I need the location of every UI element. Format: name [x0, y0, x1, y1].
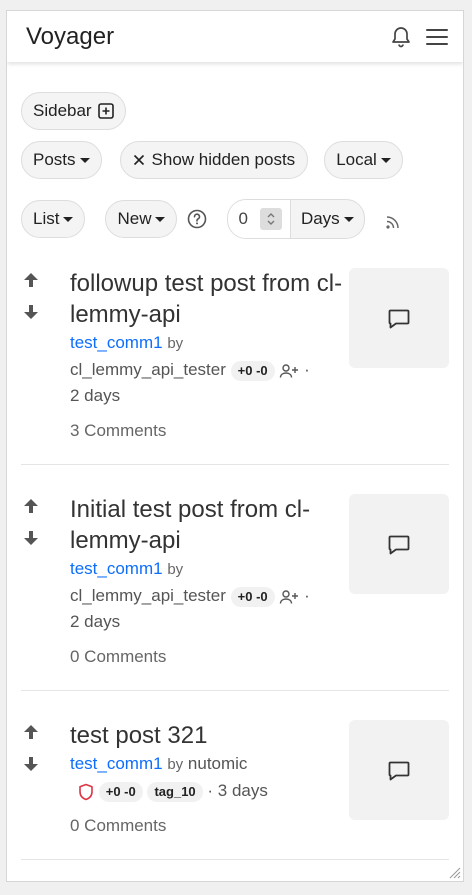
days-unit-dropdown[interactable]: Days [291, 200, 364, 238]
author-link[interactable]: cl_lemmy_api_tester [70, 586, 226, 605]
sidebar-label: Sidebar [33, 101, 92, 120]
post-title[interactable]: Initial test post from cl-lemmy-api [70, 494, 343, 556]
plus-square-icon [97, 103, 114, 119]
post-age: 2 days [70, 612, 121, 631]
comment-icon [387, 532, 411, 556]
post-body: test post 321 test_comm1 by nutomic +0 -… [70, 720, 349, 836]
list-label: List [33, 209, 60, 228]
post-thumbnail[interactable] [349, 268, 449, 368]
community-link[interactable]: test_comm1 [70, 559, 163, 578]
main-content: Sidebar Posts Show hidden posts Local Li… [7, 62, 463, 860]
author-link[interactable]: nutomic [188, 754, 248, 773]
post-meta: test_comm1 by cl_lemmy_api_tester +0 -0 … [70, 330, 343, 409]
score-badge: +0 -0 [230, 360, 275, 381]
person-add-icon[interactable] [279, 363, 299, 379]
caret-down-icon [79, 157, 90, 163]
by-label: by [167, 335, 184, 352]
comments-link[interactable]: 0 Comments [70, 816, 343, 836]
by-label: by [167, 756, 184, 773]
author-link[interactable]: cl_lemmy_api_tester [70, 360, 226, 379]
post-body: Initial test post from cl-lemmy-api test… [70, 494, 349, 667]
comments-link[interactable]: 3 Comments [70, 421, 343, 441]
posts-label: Posts [33, 150, 76, 169]
caret-down-icon [155, 216, 166, 222]
show-hidden-posts-button[interactable]: Show hidden posts [119, 141, 309, 179]
downvote-arrow-icon[interactable] [21, 526, 41, 550]
post-item: test post 321 test_comm1 by nutomic +0 -… [21, 691, 449, 860]
by-label: by [167, 561, 184, 578]
comments-link[interactable]: 0 Comments [70, 647, 343, 667]
post-title[interactable]: test post 321 [70, 720, 343, 751]
vote-column [21, 494, 70, 667]
days-value: 0 [238, 209, 248, 228]
help-icon[interactable] [187, 209, 207, 229]
sort-label: New [117, 209, 152, 228]
app-brand[interactable]: Voyager [26, 23, 377, 51]
downvote-arrow-icon[interactable] [21, 752, 41, 776]
sidebar-toggle-button[interactable]: Sidebar [21, 92, 126, 130]
comment-icon [387, 306, 411, 330]
post-meta: test_comm1 by nutomic +0 -0 tag_10 · 3 d… [70, 751, 343, 804]
score-badge: +0 -0 [98, 781, 143, 802]
vote-column [21, 268, 70, 441]
community-link[interactable]: test_comm1 [70, 754, 163, 773]
post-body: followup test post from cl-lemmy-api tes… [70, 268, 349, 441]
show-hidden-label: Show hidden posts [151, 150, 296, 169]
caret-down-icon [380, 157, 391, 163]
navbar: Voyager [7, 11, 463, 62]
time-range-group: 0 Days [227, 199, 365, 239]
close-icon [133, 154, 145, 166]
moderator-shield-icon [78, 783, 94, 801]
upvote-arrow-icon[interactable] [21, 720, 41, 744]
post-age: 2 days [70, 386, 121, 405]
upvote-arrow-icon[interactable] [21, 494, 41, 518]
upvote-arrow-icon[interactable] [21, 268, 41, 292]
sort-dropdown[interactable]: New [105, 200, 178, 238]
community-link[interactable]: test_comm1 [70, 333, 163, 352]
post-title[interactable]: followup test post from cl-lemmy-api [70, 268, 343, 330]
resize-grip-icon[interactable] [447, 865, 461, 879]
downvote-arrow-icon[interactable] [21, 300, 41, 324]
post-thumbnail[interactable] [349, 720, 449, 820]
score-badge: +0 -0 [230, 586, 275, 607]
person-add-icon[interactable] [279, 589, 299, 605]
caret-down-icon [343, 216, 354, 222]
list-view-dropdown[interactable]: List [21, 200, 86, 238]
posts-dropdown[interactable]: Posts [21, 141, 102, 179]
meta-separator: · [304, 360, 310, 379]
menu-icon[interactable] [425, 25, 449, 49]
vote-column [21, 720, 70, 836]
post-item: Initial test post from cl-lemmy-api test… [21, 465, 449, 691]
post-thumbnail[interactable] [349, 494, 449, 594]
meta-separator: · [304, 586, 310, 605]
app-window: Voyager Sidebar Posts Show hidden posts … [6, 10, 464, 882]
days-input[interactable]: 0 [228, 200, 291, 238]
post-item: followup test post from cl-lemmy-api tes… [21, 268, 449, 465]
comment-icon [387, 758, 411, 782]
local-dropdown[interactable]: Local [324, 141, 403, 179]
stepper-icon[interactable] [259, 208, 282, 230]
local-label: Local [336, 150, 377, 169]
rss-icon[interactable] [385, 214, 401, 230]
tag-badge[interactable]: tag_10 [147, 781, 203, 802]
post-age: · 3 days [207, 781, 268, 800]
bell-icon[interactable] [389, 25, 413, 49]
post-meta: test_comm1 by cl_lemmy_api_tester +0 -0 … [70, 556, 343, 635]
days-unit-label: Days [300, 209, 340, 228]
caret-down-icon [63, 216, 74, 222]
